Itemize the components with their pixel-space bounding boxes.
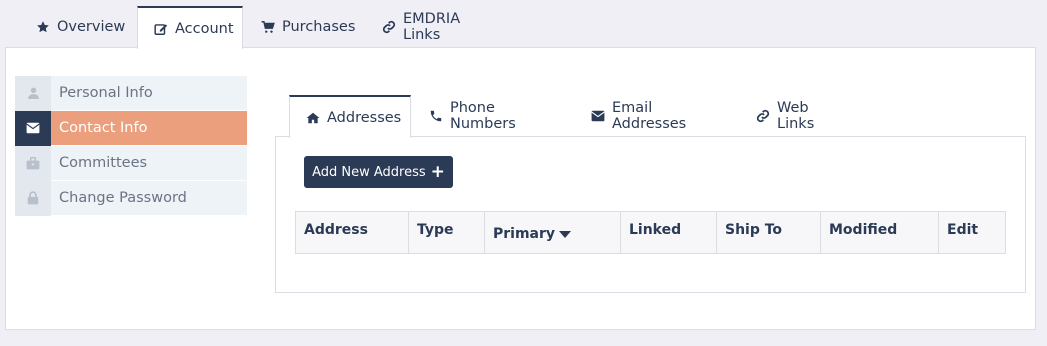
- tab-account[interactable]: Account: [137, 6, 243, 49]
- column-header-linked[interactable]: Linked: [621, 212, 717, 253]
- column-header-type[interactable]: Type: [409, 212, 485, 253]
- column-label: Primary: [493, 226, 556, 242]
- column-header-ship-to[interactable]: Ship To: [717, 212, 821, 253]
- side-item-personal-info[interactable]: Personal Info: [15, 75, 247, 111]
- tab-label: Overview: [57, 19, 126, 35]
- tab-label: Web Links: [777, 100, 815, 132]
- tab-phone-numbers[interactable]: Phone Numbers: [411, 95, 573, 137]
- link-icon: [756, 109, 770, 123]
- tab-label: Phone Numbers: [450, 100, 516, 132]
- column-header-address[interactable]: Address: [296, 212, 409, 253]
- tab-label: Purchases: [282, 19, 356, 35]
- add-new-address-button[interactable]: Add New Address +: [304, 156, 453, 188]
- tab-emdria-links[interactable]: EMDRIA Links: [366, 6, 506, 48]
- side-item-label: Committees: [59, 155, 148, 171]
- tab-overview[interactable]: Overview: [20, 6, 137, 48]
- tab-email-addresses[interactable]: Email Addresses: [573, 95, 738, 137]
- tab-purchases[interactable]: Purchases: [243, 6, 366, 48]
- side-item-label: Change Password: [59, 190, 187, 206]
- tab-label: Addresses: [327, 109, 402, 126]
- envelope-icon: [591, 109, 605, 123]
- user-icon: [15, 75, 51, 111]
- tab-web-links[interactable]: Web Links: [738, 95, 858, 137]
- side-nav: Personal Info Contact Info Committees Ch…: [15, 75, 247, 216]
- tab-addresses[interactable]: Addresses: [289, 95, 411, 138]
- plus-icon: +: [430, 161, 445, 182]
- addresses-table: Address Type Primary Linked Ship To Modi…: [295, 211, 1006, 254]
- link-icon: [382, 20, 396, 34]
- tab-label: EMDRIA Links: [403, 11, 461, 43]
- column-header-primary[interactable]: Primary: [485, 212, 621, 253]
- column-header-edit[interactable]: Edit: [939, 212, 1005, 253]
- tab-label: Account: [175, 20, 234, 37]
- side-item-label: Contact Info: [59, 120, 148, 136]
- lock-icon: [15, 180, 51, 216]
- contact-tab-bar: Addresses Phone Numbers Email Addresses …: [289, 95, 858, 138]
- top-tab-bar: Overview Account Purchases EMDRIA Links: [20, 6, 506, 49]
- side-item-label: Personal Info: [59, 85, 153, 101]
- side-item-contact-info[interactable]: Contact Info: [15, 110, 247, 146]
- tab-label: Email Addresses: [612, 100, 687, 132]
- edit-icon: [154, 22, 168, 36]
- side-item-change-password[interactable]: Change Password: [15, 180, 247, 216]
- home-icon: [306, 111, 320, 125]
- column-header-modified[interactable]: Modified: [821, 212, 939, 253]
- button-label: Add New Address: [312, 164, 426, 180]
- envelope-icon: [15, 110, 51, 146]
- phone-icon: [429, 109, 443, 123]
- star-icon: [36, 20, 50, 34]
- sort-desc-icon: [559, 230, 572, 238]
- side-item-committees[interactable]: Committees: [15, 145, 247, 181]
- briefcase-icon: [15, 145, 51, 181]
- cart-icon: [261, 20, 275, 34]
